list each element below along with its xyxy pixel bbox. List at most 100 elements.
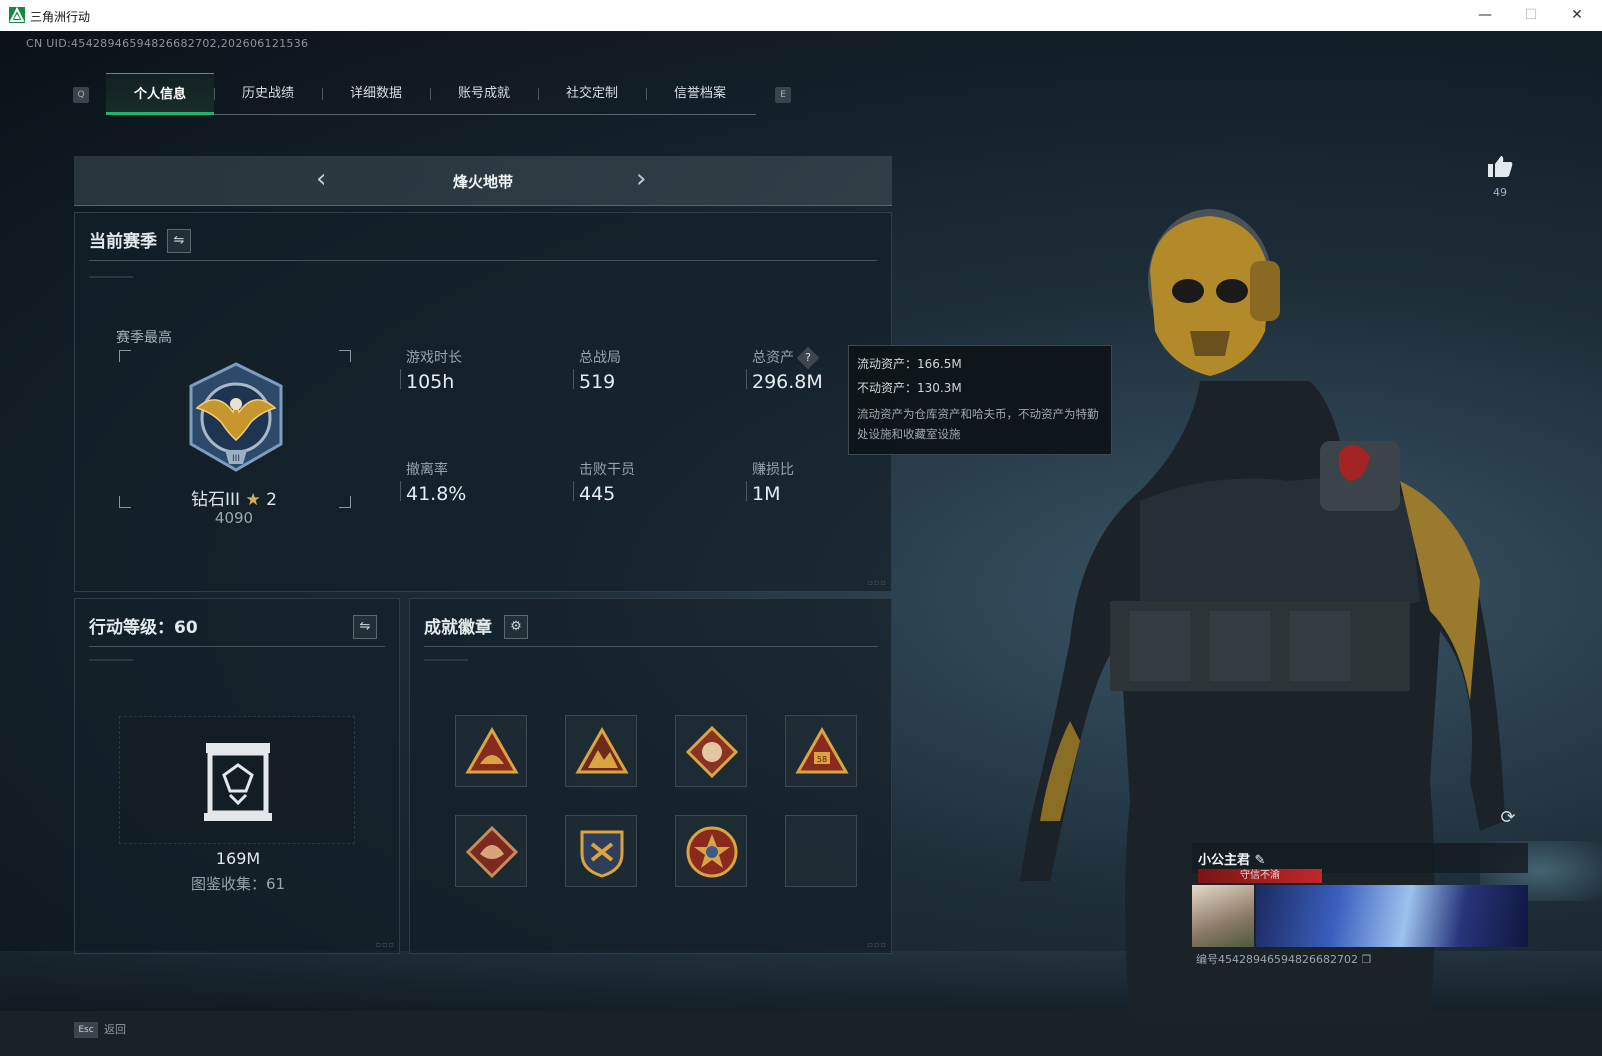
panel-corner-decoration: ▫▫▫: [867, 578, 887, 587]
maximize-button[interactable]: ☐: [1508, 0, 1554, 31]
badges-settings-gear-icon[interactable]: ⚙: [504, 615, 528, 639]
season-title: 当前赛季: [89, 232, 157, 252]
window-title: 三角洲行动: [30, 10, 91, 24]
badges-title: 成就徽章: [424, 618, 492, 638]
close-button[interactable]: ✕: [1554, 0, 1600, 31]
tooltip-liquid-assets: 流动资产：166.5M: [857, 357, 962, 371]
rank-star-count: 2: [266, 490, 277, 510]
stat-bar: [400, 369, 401, 389]
next-mode-button[interactable]: ›: [636, 164, 646, 194]
stat-label: 游戏时长: [406, 350, 462, 366]
season-divider: [89, 260, 877, 261]
tab-personal-info[interactable]: 个人信息: [106, 73, 214, 115]
rank-star-icon: ★: [245, 490, 261, 510]
achievement-badges-panel: 成就徽章 ⚙ 58 ▫▫▫: [409, 598, 892, 954]
player-id-text: 编号4542894659482668270​2: [1196, 953, 1358, 966]
rank-name: 钻石III ★ 2: [119, 485, 349, 510]
mode-name: 烽火地带: [452, 173, 513, 191]
player-name-card[interactable]: 小公主君 ✎ 守信不渝 编号4542894659482668270​2 ❐: [1192, 843, 1528, 973]
stat-playtime: 游戏时长 105h: [400, 347, 462, 393]
stat-bar: [573, 369, 574, 389]
stat-bar: [746, 369, 747, 389]
namecard-banner: [1256, 885, 1528, 947]
profile-scene: CN UID:4542894659482668270​2,20260612153…: [0, 31, 1602, 1056]
badge-slot-2[interactable]: [565, 715, 637, 787]
level-title: 行动等级：60: [89, 618, 198, 638]
rank-tier: 钻石III: [191, 490, 241, 510]
season-switch-button[interactable]: ⇋: [167, 229, 191, 253]
thumbs-up-icon: [1488, 156, 1513, 177]
operation-level-panel: 行动等级：60 ⇋ 169M 图鉴收集：61 ▫▫▫: [74, 598, 400, 954]
avatar[interactable]: [1192, 885, 1254, 947]
frame-corner: [119, 350, 131, 362]
collection-count: 图鉴收集：61: [190, 875, 286, 893]
level-switch-button[interactable]: ⇋: [353, 615, 377, 639]
badge-slot-5[interactable]: [455, 815, 527, 887]
tab-social-custom[interactable]: 社交定制: [538, 73, 646, 115]
stat-value: 105h: [406, 371, 455, 393]
window-titlebar: 三角洲行动 — ☐ ✕: [0, 0, 1602, 31]
stat-operators-defeated: 击败干员 445: [573, 459, 635, 505]
stat-label: 撤离率: [406, 462, 448, 478]
stat-bar: [573, 481, 574, 501]
stat-label-text: 总资产: [752, 350, 794, 366]
badge-slot-6[interactable]: [565, 815, 637, 887]
stat-bar: [746, 481, 747, 501]
triangle-58-badge-icon: 58: [795, 726, 849, 774]
svg-text:III: III: [232, 454, 240, 464]
tab-reputation[interactable]: 信誉档案: [646, 73, 754, 115]
esc-key-hint: Esc: [74, 1022, 98, 1038]
copy-icon[interactable]: ❐: [1361, 953, 1371, 966]
help-icon-glyph: ?: [805, 351, 811, 364]
diamond-rank-emblem-icon: III: [189, 362, 283, 472]
mode-selector: ‹ 烽火地带 ›: [74, 156, 892, 206]
badges-divider: [424, 646, 878, 647]
badge-slot-empty[interactable]: [785, 815, 857, 887]
tab-match-history[interactable]: 历史战绩: [214, 73, 322, 115]
collection-case-icon: [204, 743, 272, 821]
stat-total-matches: 总战局 519: [573, 347, 621, 393]
star-medal-badge-icon: [686, 826, 738, 878]
stat-label: 击败干员: [579, 462, 635, 478]
refresh-icon[interactable]: ⟳: [1496, 807, 1520, 831]
season-divider-sub: [89, 276, 133, 278]
stat-total-assets: 总资产? 296.8M: [746, 346, 823, 393]
diamond-wolf-badge-icon: [685, 725, 739, 779]
stat-bar: [400, 481, 401, 501]
tab-account-achievements[interactable]: 账号成就: [430, 73, 538, 115]
panel-corner-decoration: ▫▫▫: [375, 940, 395, 949]
back-hint[interactable]: Esc 返回: [74, 1021, 126, 1047]
badge-slot-7[interactable]: [675, 815, 747, 887]
tab-detailed-data[interactable]: 详细数据: [322, 73, 430, 115]
badges-divider-sub: [424, 659, 468, 661]
badge-slot-4[interactable]: 58: [785, 715, 857, 787]
help-icon[interactable]: ?: [796, 346, 820, 370]
panel-corner-decoration: ▫▫▫: [867, 940, 887, 949]
badge-slot-1[interactable]: [455, 715, 527, 787]
player-title-badge: 守信不渝: [1198, 869, 1322, 883]
level-divider-sub: [89, 659, 133, 661]
svg-text:58: 58: [817, 755, 827, 764]
stat-value: 41.8%: [406, 483, 467, 505]
shield-badge-icon: [580, 830, 624, 878]
stat-extraction-rate: 撤离率 41.8%: [400, 459, 467, 505]
collection-showcase[interactable]: [119, 716, 355, 844]
tooltip-fixed-assets: 不动资产：130.3M: [857, 381, 962, 395]
triangle-mountain-badge-icon: [575, 726, 629, 774]
badge-slot-3[interactable]: [675, 715, 747, 787]
tab-row: 个人信息 历史战绩 详细数据 账号成就 社交定制 信誉档案: [106, 73, 756, 115]
prev-tab-key-hint[interactable]: Q: [73, 87, 89, 103]
back-label: 返回: [104, 1023, 126, 1036]
next-tab-key-hint[interactable]: E: [775, 87, 791, 103]
stat-label: 总战局: [579, 350, 621, 366]
current-season-panel: 当前赛季 ⇋ 赛季最高 III 钻石III ★ 2 4090 游戏时长 105h…: [74, 212, 892, 592]
stat-value: 1M: [752, 483, 781, 505]
edit-name-icon[interactable]: ✎: [1255, 853, 1266, 868]
tab-bar: Q 个人信息 历史战绩 详细数据 账号成就 社交定制 信誉档案 E: [70, 73, 791, 115]
player-name-text: 小公主君: [1198, 853, 1251, 868]
minimize-button[interactable]: —: [1462, 0, 1508, 31]
frame-corner: [339, 350, 351, 362]
rank-score: 4090: [214, 509, 254, 527]
app-logo-icon: [9, 7, 25, 23]
player-name: 小公主君 ✎: [1198, 849, 1265, 868]
